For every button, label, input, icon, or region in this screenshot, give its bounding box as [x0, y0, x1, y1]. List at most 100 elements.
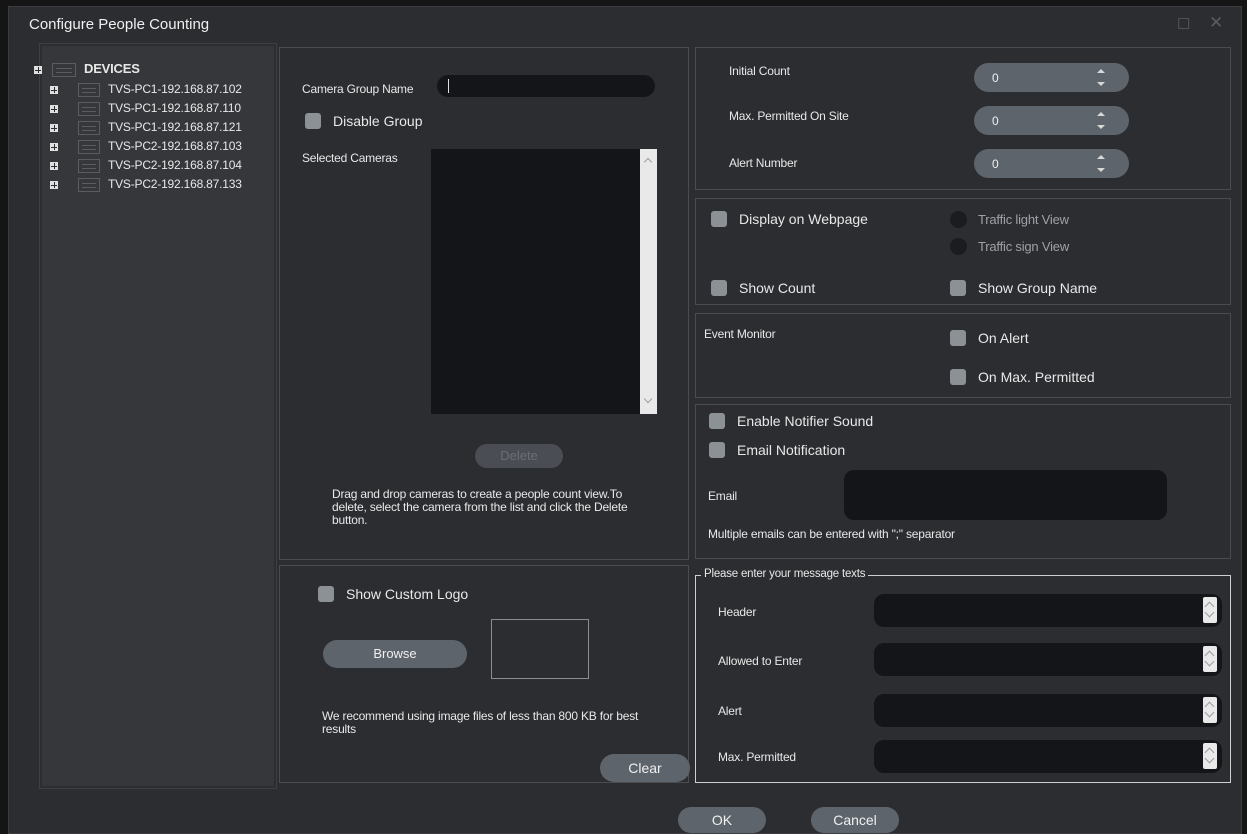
device-label: TVS-PC2-192.168.87.133: [108, 177, 242, 191]
event-monitor-label: Event Monitor: [704, 327, 776, 341]
alert-label: Alert: [718, 704, 742, 718]
cancel-button[interactable]: Cancel: [811, 807, 899, 833]
device-label: TVS-PC1-192.168.87.102: [108, 82, 242, 96]
alert-number-label: Alert Number: [729, 156, 798, 170]
device-label: TVS-PC2-192.168.87.103: [108, 139, 242, 153]
email-notification-label: Email Notification: [737, 442, 846, 458]
initial-count-spinner[interactable]: 0: [974, 63, 1129, 92]
selected-cameras-label: Selected Cameras: [302, 151, 398, 165]
device-icon: [78, 159, 100, 173]
window-title: Configure People Counting: [29, 16, 210, 33]
on-alert-label: On Alert: [978, 330, 1029, 346]
allowed-to-enter-input[interactable]: [874, 643, 1222, 676]
notifier-sound-checkbox[interactable]: [709, 413, 725, 429]
device-icon: [78, 178, 100, 192]
notification-panel: Enable Notifier Sound Email Notification…: [695, 404, 1231, 559]
message-texts-legend: Please enter your message texts: [701, 568, 869, 580]
show-group-name-checkbox[interactable]: [950, 280, 966, 296]
device-icon: [78, 121, 100, 135]
device-icon: [78, 140, 100, 154]
notifier-sound-label: Enable Notifier Sound: [737, 413, 874, 429]
drag-drop-hint: Drag and drop cameras to create a people…: [332, 487, 628, 527]
max-permitted-label: Max. Permitted On Site: [729, 109, 849, 123]
list-scrollbar[interactable]: [640, 149, 657, 414]
show-custom-logo-label: Show Custom Logo: [346, 586, 469, 602]
spin-down-icon[interactable]: [1097, 168, 1105, 172]
traffic-light-radio[interactable]: [950, 211, 967, 228]
disable-group-checkbox[interactable]: [305, 113, 321, 129]
email-input[interactable]: [844, 470, 1167, 520]
device-tree-panel: DEVICES TVS-PC1-192.168.87.102 TVS-PC1-1…: [34, 43, 277, 789]
close-icon[interactable]: ✕: [1209, 13, 1223, 33]
alert-number-spinner[interactable]: 0: [974, 149, 1129, 178]
disable-group-label: Disable Group: [333, 113, 423, 129]
camera-group-name-input[interactable]: [437, 75, 655, 97]
clear-button[interactable]: Clear: [600, 754, 690, 782]
expand-icon[interactable]: [50, 86, 58, 94]
max-permitted-message-input[interactable]: [874, 740, 1222, 773]
expand-icon[interactable]: [50, 124, 58, 132]
browse-button[interactable]: Browse: [323, 640, 467, 668]
device-label: TVS-PC2-192.168.87.104: [108, 158, 242, 172]
scroll-up-icon[interactable]: [643, 157, 653, 167]
event-monitor-panel: Event Monitor On Alert On Max. Permitted: [695, 313, 1231, 398]
max-permitted-spinner[interactable]: 0: [974, 106, 1129, 135]
allowed-spin-icon[interactable]: [1203, 646, 1217, 672]
ok-button[interactable]: OK: [678, 807, 766, 833]
delete-button[interactable]: Delete: [475, 444, 563, 468]
device-icon: [78, 83, 100, 97]
text-cursor: [448, 79, 449, 93]
header-input[interactable]: [874, 594, 1222, 627]
expand-icon[interactable]: [50, 143, 58, 151]
camera-group-name-label: Camera Group Name: [302, 82, 414, 96]
initial-count-label: Initial Count: [729, 64, 790, 78]
display-on-webpage-checkbox[interactable]: [711, 211, 727, 227]
email-notification-checkbox[interactable]: [709, 442, 725, 458]
tree-root-label: DEVICES: [84, 61, 140, 76]
header-label: Header: [718, 605, 757, 619]
email-hint: Multiple emails can be entered with ";" …: [708, 527, 955, 541]
device-group-icon: [52, 63, 76, 77]
alert-input[interactable]: [874, 694, 1222, 727]
spin-down-icon[interactable]: [1097, 82, 1105, 86]
alert-spin-icon[interactable]: [1203, 697, 1217, 723]
max-permitted-spin-icon[interactable]: [1203, 743, 1217, 769]
spin-up-icon[interactable]: [1097, 69, 1105, 73]
maximize-icon[interactable]: ☐: [1177, 15, 1190, 33]
expand-icon[interactable]: [50, 105, 58, 113]
expand-icon[interactable]: [50, 162, 58, 170]
custom-logo-panel: Show Custom Logo Browse We recommend usi…: [279, 565, 690, 783]
on-alert-checkbox[interactable]: [950, 330, 966, 346]
counts-panel: Initial Count 0 Max. Permitted On Site 0…: [695, 47, 1231, 190]
spin-up-icon[interactable]: [1097, 112, 1105, 116]
header-spin-icon[interactable]: [1203, 597, 1217, 623]
logo-preview: [491, 619, 589, 679]
device-label: TVS-PC1-192.168.87.110: [108, 101, 241, 115]
on-max-permitted-label: On Max. Permitted: [978, 369, 1095, 385]
device-label: TVS-PC1-192.168.87.121: [108, 120, 242, 134]
show-count-label: Show Count: [739, 280, 816, 296]
selected-cameras-list[interactable]: [431, 149, 657, 414]
logo-recommendation: We recommend using image files of less t…: [322, 709, 639, 736]
display-panel: Display on Webpage Traffic light View Tr…: [695, 198, 1231, 305]
traffic-light-label: Traffic light View: [978, 212, 1069, 227]
title-bar: Configure People Counting ☐ ✕: [9, 7, 1241, 41]
display-on-webpage-label: Display on Webpage: [739, 211, 868, 227]
on-max-permitted-checkbox[interactable]: [950, 369, 966, 385]
message-texts-panel: Please enter your message texts Header A…: [695, 568, 1231, 783]
spin-down-icon[interactable]: [1097, 125, 1105, 129]
show-count-checkbox[interactable]: [711, 280, 727, 296]
device-icon: [78, 102, 100, 116]
traffic-sign-radio[interactable]: [950, 238, 967, 255]
show-custom-logo-checkbox[interactable]: [318, 586, 334, 602]
spin-up-icon[interactable]: [1097, 155, 1105, 159]
configure-people-counting-dialog: Configure People Counting ☐ ✕ DEVICES TV…: [8, 6, 1242, 834]
allowed-to-enter-label: Allowed to Enter: [718, 654, 803, 668]
camera-group-panel: Camera Group Name Disable Group Selected…: [279, 47, 689, 560]
max-permitted-message-label: Max. Permitted: [718, 750, 796, 764]
scroll-down-icon[interactable]: [643, 394, 653, 404]
expand-icon[interactable]: [50, 181, 58, 189]
collapse-icon[interactable]: [34, 66, 42, 74]
show-group-name-label: Show Group Name: [978, 280, 1098, 296]
traffic-sign-label: Traffic sign View: [978, 239, 1070, 254]
